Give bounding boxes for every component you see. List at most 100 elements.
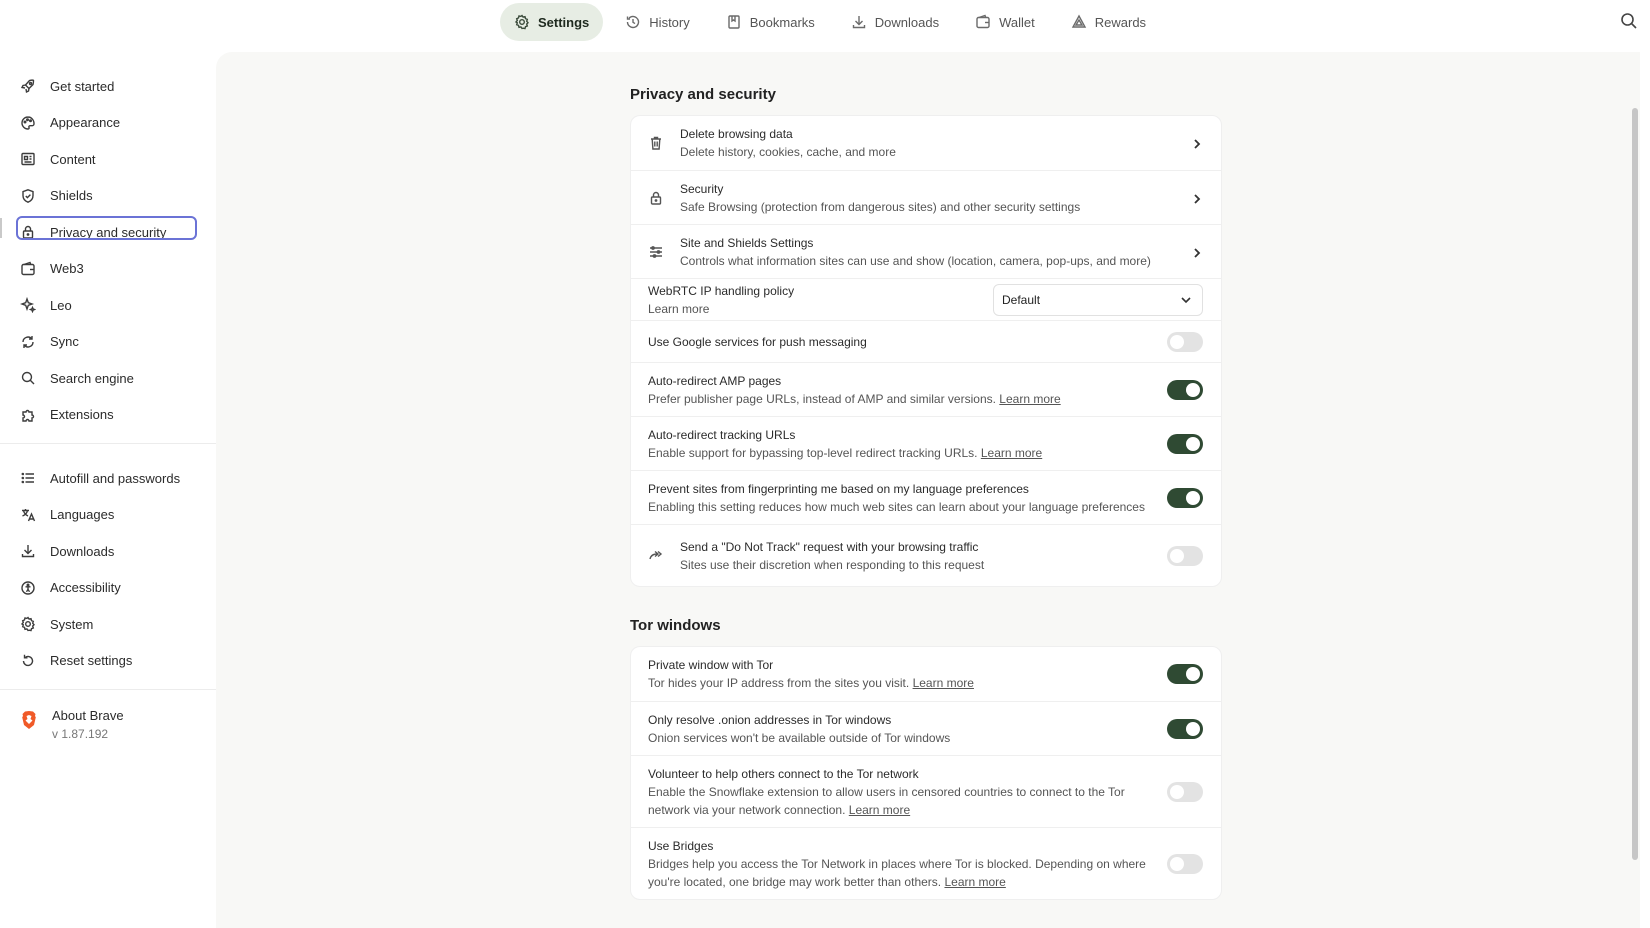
tab-history[interactable]: History [611, 3, 703, 41]
scrollbar[interactable] [1632, 108, 1638, 860]
chevron-right-icon[interactable] [1191, 246, 1203, 258]
row-subtitle: Enable the Snowflake extension to allow … [648, 784, 1125, 799]
snowflake-toggle[interactable] [1167, 781, 1203, 802]
sidebar-item-search-engine[interactable]: Search engine [0, 360, 216, 397]
chevron-right-icon[interactable] [1191, 137, 1203, 149]
sidebar-item-privacy[interactable]: Privacy and security [0, 214, 216, 251]
row-tracking-redirect: Auto-redirect tracking URLs Enable suppo… [631, 416, 1221, 470]
webrtc-policy-select[interactable]: Default [993, 283, 1203, 316]
toggle-knob [1186, 436, 1200, 451]
sidebar-item-languages[interactable]: Languages [0, 497, 216, 534]
row-webrtc-policy: WebRTC IP handling policy Learn more Def… [631, 278, 1221, 320]
row-text: Delete browsing data Delete history, coo… [680, 125, 1191, 161]
row-text: Auto-redirect tracking URLs Enable suppo… [648, 426, 1167, 462]
row-delete-browsing-data[interactable]: Delete browsing data Delete history, coo… [631, 116, 1221, 170]
row-subtitle-text: Enable support for bypassing top-level r… [648, 445, 978, 460]
row-title: Private window with Tor [648, 658, 774, 672]
learn-more-link[interactable]: Learn more [981, 446, 1042, 460]
row-text: Send a "Do Not Track" request with your … [680, 538, 1167, 574]
private-window-tor-toggle[interactable] [1167, 664, 1203, 684]
puzzle-icon [22, 409, 35, 422]
onion-only-toggle[interactable] [1167, 718, 1203, 739]
sidebar-item-autofill[interactable]: Autofill and passwords [0, 460, 216, 497]
sidebar-item-label: Content [50, 151, 96, 167]
sidebar-item-label: Sync [50, 334, 79, 350]
learn-more-link[interactable]: Learn more [849, 803, 910, 817]
wallet-icon [976, 14, 990, 29]
section-title-tor: Tor windows [630, 617, 721, 634]
sidebar-item-appearance[interactable]: Appearance [0, 105, 216, 142]
about-brave-link[interactable]: About Brave v 1.87.192 [0, 690, 216, 741]
row-text: Volunteer to help others connect to the … [648, 765, 1167, 819]
sidebar-item-sync[interactable]: Sync [0, 324, 216, 361]
search-icon [21, 372, 35, 385]
row-text: Private window with Tor Tor hides your I… [648, 656, 1167, 692]
tab-label: Settings [538, 14, 590, 30]
row-subtitle-text: Tor hides your IP address from the sites… [648, 676, 910, 690]
top-tabs: Settings History Bookmarks Downloads Wal… [500, 2, 1160, 42]
accessibility-icon [21, 581, 35, 595]
row-title: Security [680, 181, 724, 196]
sidebar-item-label: Downloads [50, 543, 115, 559]
sidebar-item-label: Get started [50, 78, 115, 94]
sidebar-item-leo[interactable]: Leo [0, 287, 216, 324]
tab-downloads[interactable]: Downloads [837, 3, 953, 41]
list-icon [21, 472, 34, 484]
tab-bookmarks[interactable]: Bookmarks [712, 3, 829, 41]
settings-content: Privacy and security Delete browsing dat… [630, 52, 1222, 900]
sidebar-item-label: Leo [50, 297, 72, 313]
row-site-shields-settings[interactable]: Site and Shields Settings Controls what … [631, 224, 1221, 278]
brave-logo-icon [22, 711, 36, 729]
row-subtitle: Sites use their discretion when respondi… [680, 557, 985, 572]
section-title-privacy: Privacy and security [630, 86, 776, 103]
sidebar-item-system[interactable]: System [0, 606, 216, 643]
sidebar-item-accessibility[interactable]: Accessibility [0, 570, 216, 607]
chevron-right-icon[interactable] [1191, 192, 1203, 204]
toggle-knob [1170, 856, 1184, 871]
do-not-track-toggle[interactable] [1167, 545, 1203, 566]
row-subtitle: Tor hides your IP address from the sites… [648, 674, 1167, 692]
toggle-knob [1170, 548, 1184, 563]
learn-more-link[interactable]: Learn more [913, 676, 974, 690]
chevron-down-icon [1181, 296, 1191, 303]
toggle-knob [1170, 334, 1184, 349]
sidebar-item-web3[interactable]: Web3 [0, 251, 216, 288]
row-title: WebRTC IP handling policy [648, 283, 795, 298]
search-button[interactable] [1620, 12, 1640, 32]
tab-settings[interactable]: Settings [500, 3, 604, 41]
tracking-redirect-toggle[interactable] [1167, 433, 1203, 454]
sidebar-item-reset[interactable]: Reset settings [0, 643, 216, 680]
sidebar-item-extensions[interactable]: Extensions [0, 397, 216, 434]
push-messaging-toggle[interactable] [1167, 331, 1203, 352]
sliders-icon [648, 244, 664, 260]
sidebar-item-label: System [50, 616, 94, 632]
search-icon [1621, 13, 1637, 29]
row-security[interactable]: Security Safe Browsing (protection from … [631, 170, 1221, 224]
tab-label: Rewards [1094, 14, 1147, 30]
learn-more-link[interactable]: Learn more [999, 392, 1060, 406]
row-language-fingerprinting: Prevent sites from fingerprinting me bas… [631, 470, 1221, 524]
row-subtitle: Enable support for bypassing top-level r… [648, 444, 1167, 462]
sidebar-item-content[interactable]: Content [0, 141, 216, 178]
sidebar-group-main: Get started Appearance Content Shields P… [0, 44, 216, 433]
language-fingerprinting-toggle[interactable] [1167, 487, 1203, 508]
tab-rewards[interactable]: Rewards [1057, 3, 1160, 41]
row-snowflake-volunteer: Volunteer to help others connect to the … [631, 755, 1221, 827]
history-icon [627, 15, 640, 29]
sidebar-item-downloads[interactable]: Downloads [0, 533, 216, 570]
amp-redirect-toggle[interactable] [1167, 379, 1203, 400]
row-subtitle-text: network via your network connection. [648, 802, 846, 817]
row-push-messaging: Use Google services for push messaging [631, 320, 1221, 362]
row-text: Use Google services for push messaging [648, 333, 1167, 351]
tab-wallet[interactable]: Wallet [961, 3, 1049, 41]
use-bridges-toggle[interactable] [1167, 853, 1203, 874]
learn-more-link[interactable]: Learn more [648, 302, 709, 316]
sidebar-item-shields[interactable]: Shields [0, 178, 216, 215]
about-title: About Brave [52, 708, 124, 723]
sparkle-icon [20, 297, 36, 314]
row-subtitle: Delete history, cookies, cache, and more [680, 145, 896, 159]
learn-more-link[interactable]: Learn more [944, 875, 1005, 889]
row-subtitle: Prefer publisher page URLs, instead of A… [648, 390, 1167, 408]
sidebar-item-get-started[interactable]: Get started [0, 68, 216, 105]
row-subtitle: Safe Browsing (protection from dangerous… [680, 199, 1081, 214]
